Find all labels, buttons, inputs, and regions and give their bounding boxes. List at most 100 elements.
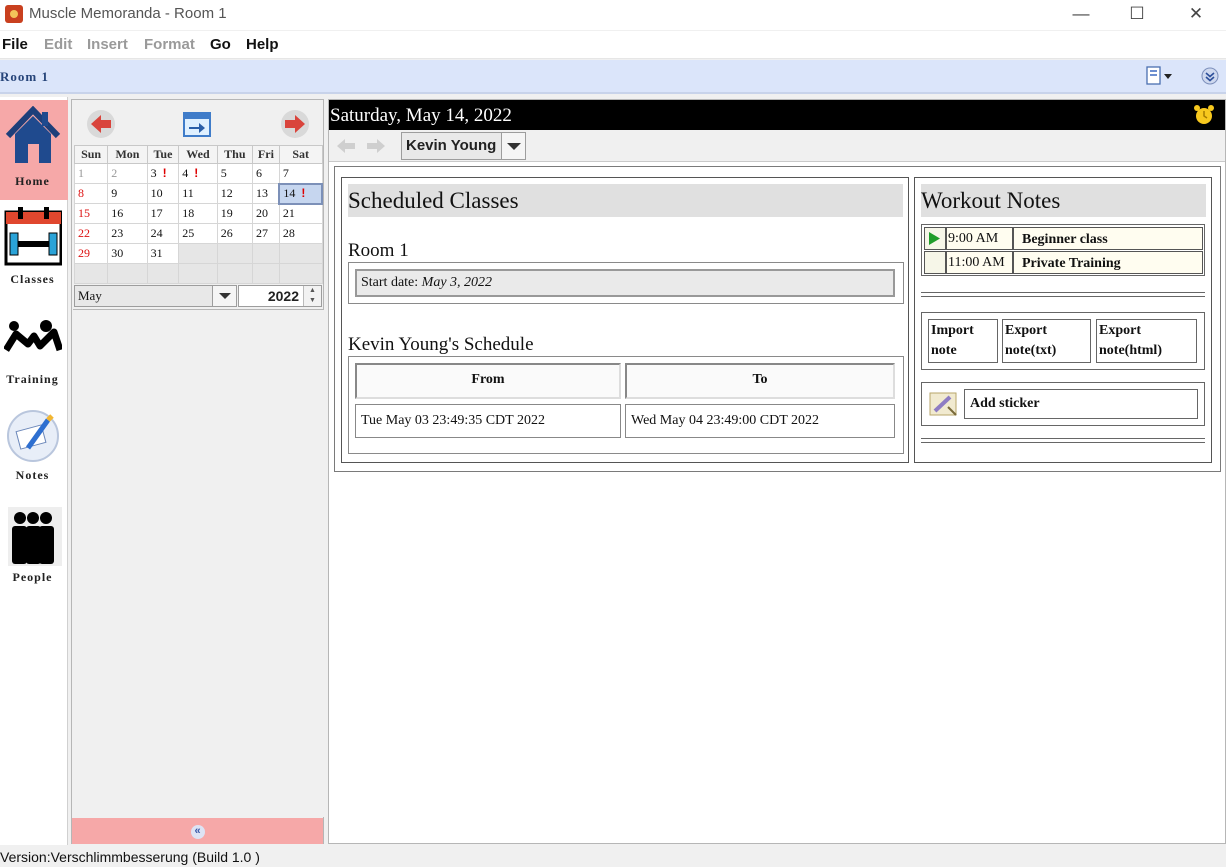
event-marker-icon: !	[194, 166, 199, 180]
weekday-sat: Sat	[278, 145, 323, 164]
import-note-button[interactable]: Import note	[928, 319, 998, 363]
note-row[interactable]: 9:00 AM Beginner class	[924, 227, 1203, 250]
calendar-day[interactable]: 14!	[278, 182, 323, 205]
title-bar: Muscle Memoranda - Room 1 — ☐ ✕	[0, 0, 1226, 30]
calendar-day[interactable]: 27	[251, 223, 280, 244]
calendar-day[interactable]: 24	[146, 223, 180, 244]
calendar-day[interactable]: 26	[216, 223, 253, 244]
maximize-button[interactable]: ☐	[1108, 0, 1166, 30]
chevron-down-icon[interactable]	[1201, 67, 1219, 85]
schedule-from-cell: Tue May 03 23:49:35 CDT 2022	[355, 404, 621, 438]
calendar-day[interactable]: 31	[146, 243, 180, 264]
day-number: 1	[78, 166, 84, 180]
calendar-day[interactable]: 29	[73, 243, 109, 264]
calendar-empty-cell	[216, 243, 253, 264]
menu-help[interactable]: Help	[246, 36, 279, 53]
calendar-day[interactable]: 23	[107, 223, 148, 244]
new-document-icon[interactable]	[1145, 66, 1175, 86]
close-button[interactable]: ✕	[1167, 0, 1225, 30]
day-number: 22	[78, 226, 90, 240]
calendar-panel: Sun Mon Tue Wed Thu Fri Sat 1 2 3! 4! 5 6 7 8 9 1…	[71, 99, 324, 844]
calendar-day[interactable]: 15	[73, 203, 109, 224]
nav-people-label: People	[12, 570, 53, 584]
calendar-day[interactable]: 16	[107, 203, 148, 224]
forward-arrow-icon[interactable]	[365, 137, 387, 155]
alarm-clock-icon[interactable]	[1193, 104, 1215, 126]
year-spinner[interactable]: 2022 ▲ ▼	[238, 285, 322, 307]
next-day-icon[interactable]	[280, 109, 310, 139]
back-arrow-icon[interactable]	[335, 137, 357, 155]
user-dropdown-icon[interactable]	[501, 133, 525, 159]
calendar-day[interactable]: 11	[178, 183, 218, 204]
month-value: May	[78, 288, 102, 303]
calendar-day[interactable]: 9	[107, 183, 148, 204]
weekday-tue: Tue	[146, 145, 180, 164]
menu-format[interactable]: Format	[144, 36, 195, 53]
calendar-day[interactable]: 18	[178, 203, 218, 224]
calendar-day[interactable]: 2	[107, 163, 148, 184]
calendar-day[interactable]: 22	[73, 223, 109, 244]
day-number: 6	[255, 166, 262, 180]
menu-go[interactable]: Go	[210, 36, 231, 53]
menu-edit[interactable]: Edit	[44, 36, 72, 53]
calendar-day[interactable]: 3!	[146, 163, 180, 184]
collapse-calendar-button[interactable]: «	[72, 818, 323, 844]
month-select[interactable]: May	[74, 285, 237, 307]
nav-home[interactable]: Home	[0, 100, 68, 200]
calendar-day[interactable]: 10	[146, 183, 180, 204]
calendar-day[interactable]: 19	[216, 203, 253, 224]
month-dropdown-icon[interactable]	[212, 286, 236, 306]
column-header-to[interactable]: To	[625, 363, 895, 399]
calendar-day[interactable]: 20	[251, 203, 280, 224]
nav-people[interactable]: People	[0, 500, 68, 600]
calendar-day[interactable]: 6	[251, 163, 280, 184]
year-spin-arrows-icon[interactable]: ▲ ▼	[303, 286, 321, 306]
play-icon	[929, 232, 940, 245]
calendar-day[interactable]: 4!	[178, 163, 218, 184]
calendar-day[interactable]: 21	[278, 203, 323, 224]
divider	[921, 292, 1205, 297]
nav-classes[interactable]: Classes	[0, 200, 68, 300]
content-frame: Scheduled Classes Room 1 Start date: May…	[334, 166, 1221, 472]
nav-notes[interactable]: Notes	[0, 400, 68, 500]
export-note-txt-button[interactable]: Export note(txt)	[1002, 319, 1091, 363]
user-select[interactable]: Kevin Young	[401, 132, 526, 160]
day-number: 9	[111, 186, 118, 200]
day-number: 25	[182, 226, 195, 240]
go-to-today-icon[interactable]	[182, 109, 212, 139]
event-marker-icon: !	[301, 186, 306, 200]
column-header-from[interactable]: From	[355, 363, 621, 399]
menu-insert[interactable]: Insert	[87, 36, 128, 53]
sticker-area: Add sticker	[921, 382, 1205, 426]
note-row[interactable]: 11:00 AM Private Training	[924, 251, 1203, 274]
day-number: 23	[111, 226, 124, 240]
day-number: 5	[220, 166, 227, 180]
export-note-html-button[interactable]: Export note(html)	[1096, 319, 1197, 363]
calendar-empty-cell	[251, 263, 280, 284]
sticker-icon[interactable]	[928, 389, 960, 419]
nav-training[interactable]: Training	[0, 300, 68, 400]
previous-day-icon[interactable]	[86, 109, 116, 139]
event-marker-icon: !	[162, 166, 167, 180]
calendar-day[interactable]: 13	[251, 183, 280, 204]
calendar-day[interactable]: 5	[216, 163, 253, 184]
day-number: 15	[78, 206, 90, 220]
note-title: Private Training	[1013, 251, 1203, 274]
nav-training-label: Training	[6, 372, 59, 386]
start-date-field: Start date: May 3, 2022	[355, 269, 895, 297]
minimize-button[interactable]: —	[1052, 0, 1110, 30]
calendar-day[interactable]: 12	[216, 183, 253, 204]
calendar-day[interactable]: 7	[278, 163, 323, 184]
calendar-day[interactable]: 17	[146, 203, 180, 224]
start-date-label: Start date:	[361, 275, 419, 290]
calendar-day[interactable]: 30	[107, 243, 148, 264]
export-txt-label-1: Export	[1005, 323, 1047, 338]
add-sticker-button[interactable]: Add sticker	[964, 389, 1198, 419]
day-number: 31	[150, 246, 163, 260]
start-date-value: May 3, 2022	[421, 275, 493, 290]
calendar-day[interactable]: 8	[73, 183, 109, 204]
menu-file[interactable]: File	[2, 36, 28, 53]
calendar-day[interactable]: 28	[278, 223, 323, 244]
calendar-day[interactable]: 1	[73, 163, 109, 184]
calendar-day[interactable]: 25	[178, 223, 218, 244]
